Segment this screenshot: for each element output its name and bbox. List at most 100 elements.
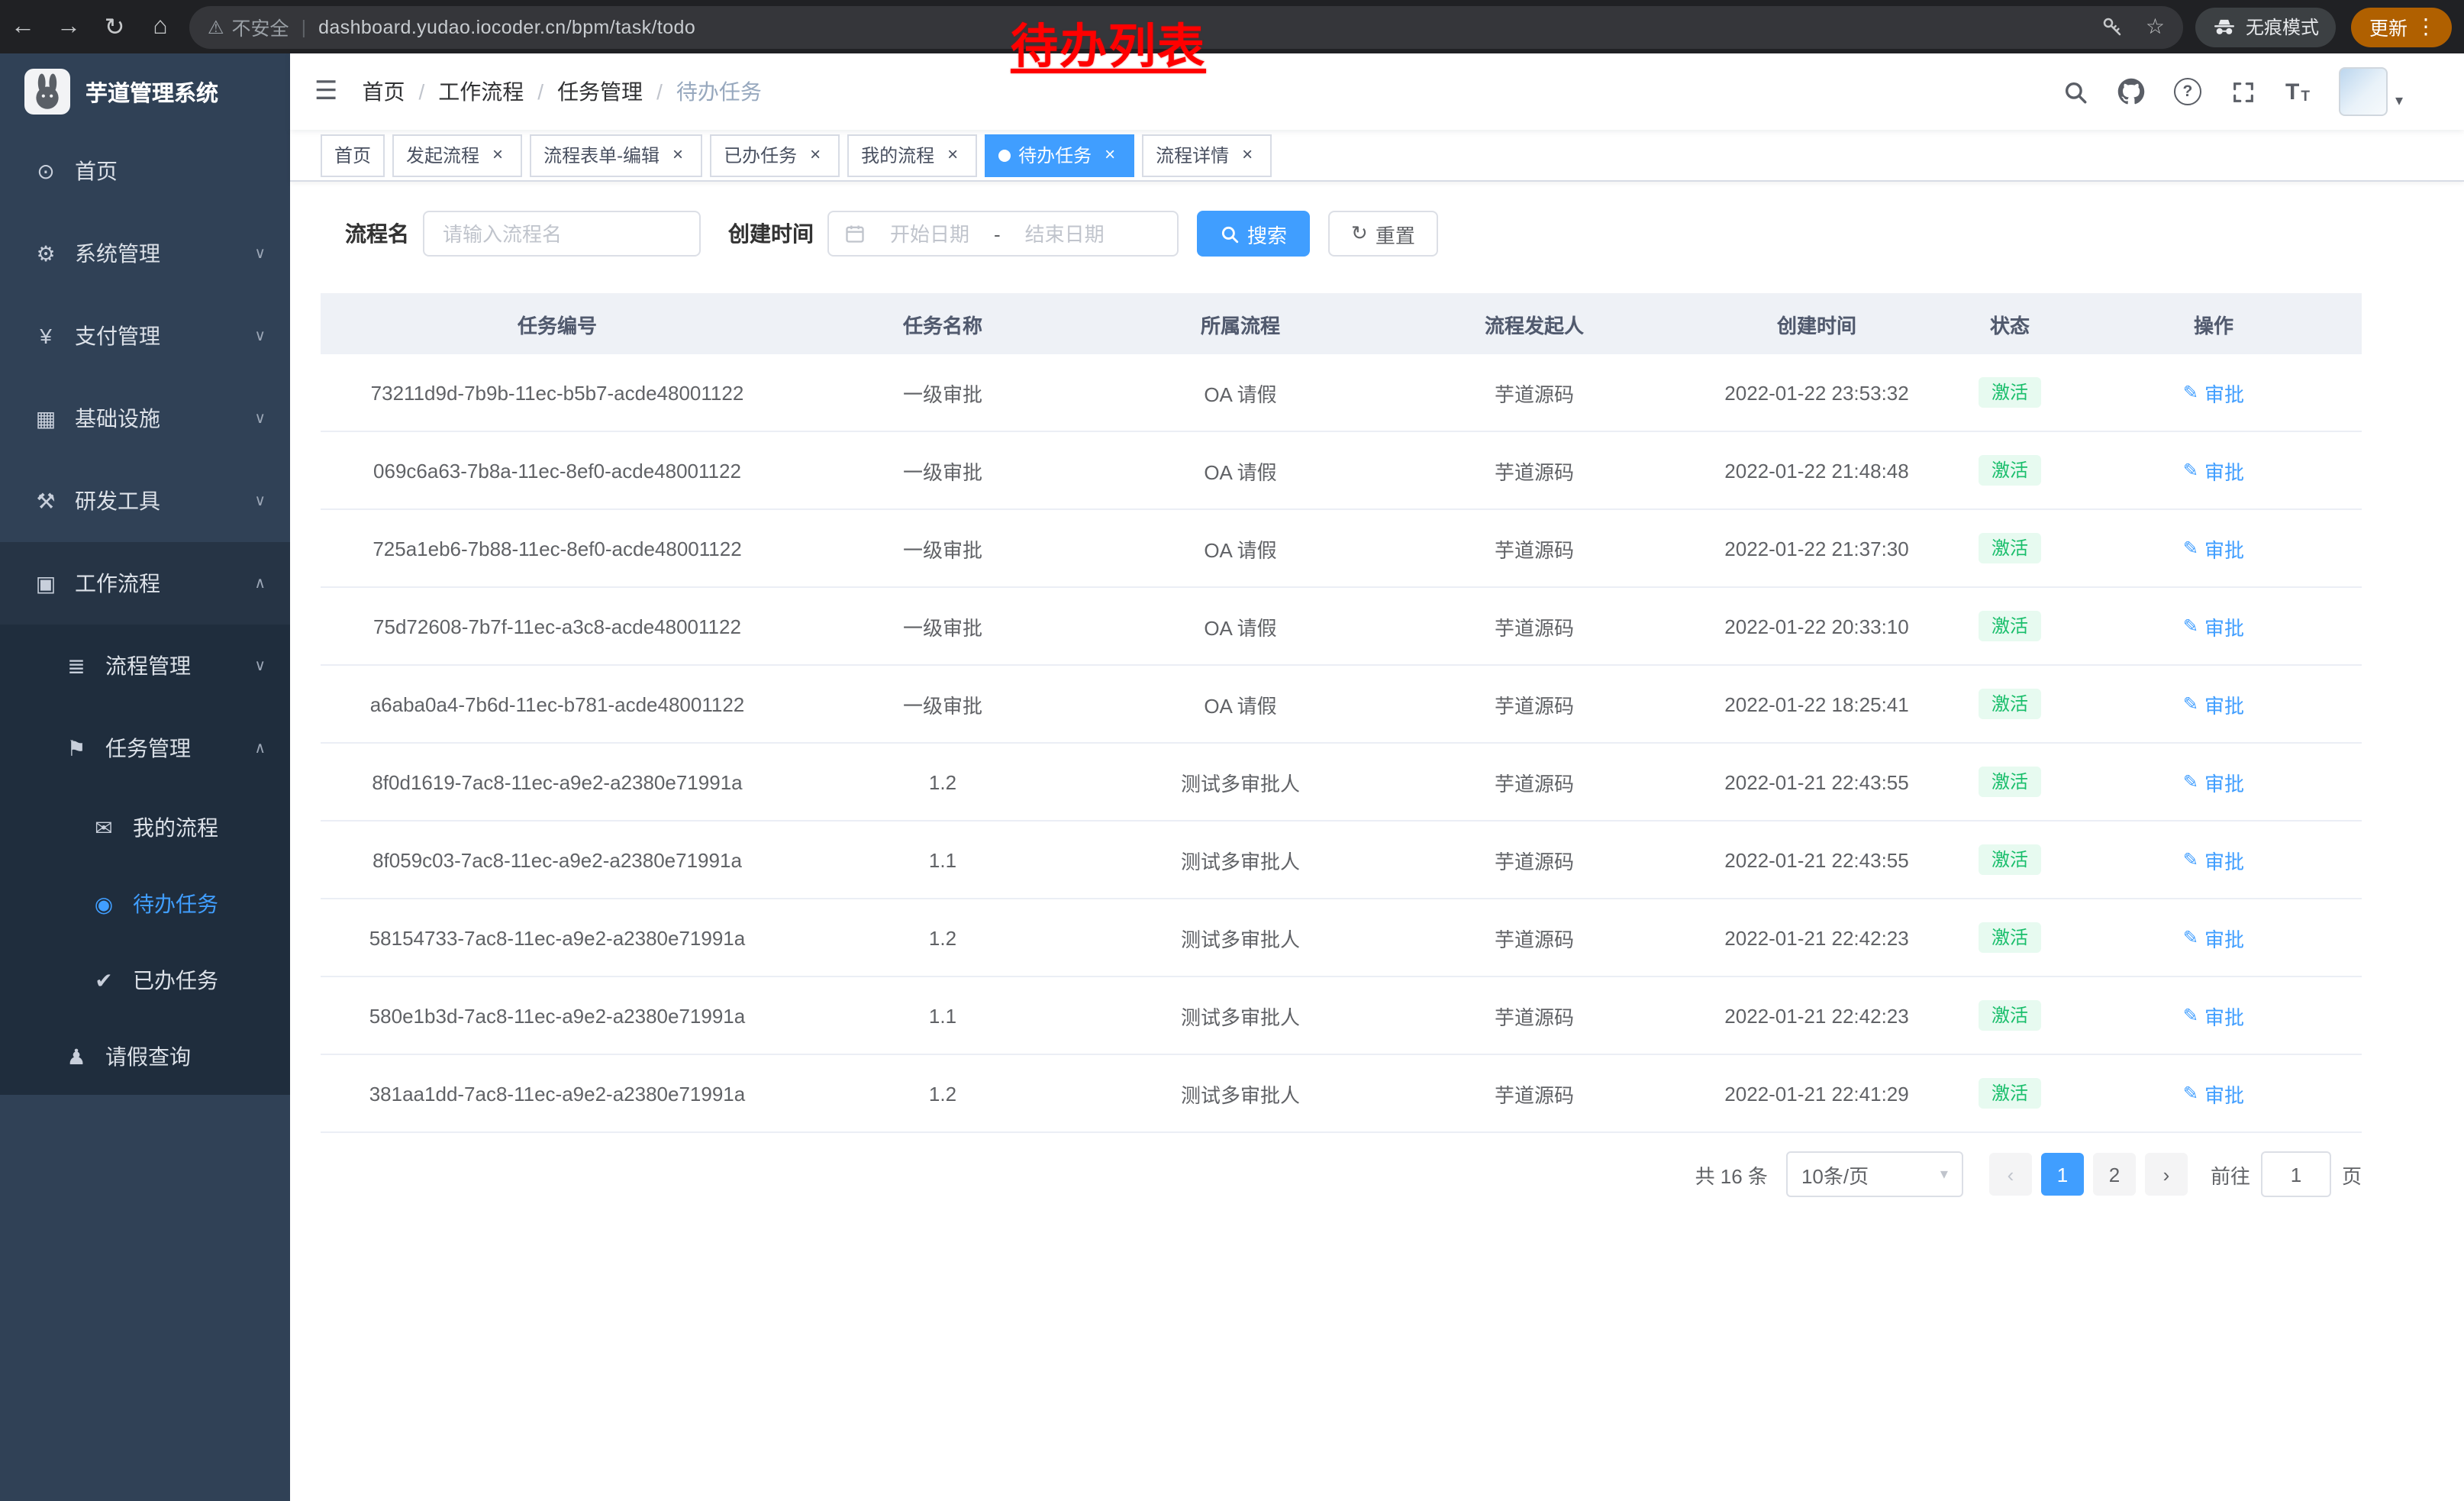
sidebar-item-process-management[interactable]: ≣ 流程管理 ∨ xyxy=(0,625,290,707)
table-row: 8f0d1619-7ac8-11ec-a9e2-a2380e71991a 1.2… xyxy=(321,743,2362,821)
close-icon[interactable]: × xyxy=(805,144,826,166)
sidebar-item-system[interactable]: ⚙ 系统管理 ∨ xyxy=(0,212,290,295)
sidebar-item-payment[interactable]: ¥ 支付管理 ∨ xyxy=(0,295,290,377)
close-icon[interactable]: × xyxy=(667,144,689,166)
font-size-icon[interactable]: TT xyxy=(2285,79,2310,105)
end-date-input[interactable] xyxy=(1007,221,1123,247)
pagination: 共 16 条 10条/页 ▾ ‹ 1 2 › 前往 页 xyxy=(321,1151,2362,1197)
cell-actions: ✎ 审批 xyxy=(2066,509,2362,587)
tab-my-process[interactable]: 我的流程 × xyxy=(847,134,977,176)
sidebar-item-home[interactable]: ⊙ 首页 xyxy=(0,130,290,212)
breadcrumb-workflow[interactable]: 工作流程 xyxy=(438,76,524,107)
bookmark-star-icon[interactable]: ☆ xyxy=(2146,14,2165,40)
goto-page-input[interactable] xyxy=(2261,1151,2331,1197)
approve-button[interactable]: ✎ 审批 xyxy=(2183,378,2244,407)
sidebar-item-leave-query[interactable]: ♟ 请假查询 xyxy=(0,1018,290,1095)
approve-button[interactable]: ✎ 审批 xyxy=(2183,923,2244,952)
breadcrumb-home[interactable]: 首页 xyxy=(363,76,405,107)
process-name-input[interactable] xyxy=(423,211,701,257)
cell-task-id: 069c6a63-7b8a-11ec-8ef0-acde48001122 xyxy=(321,431,794,509)
tab-home[interactable]: 首页 xyxy=(321,134,385,176)
sidebar-item-my-process[interactable]: ✉ 我的流程 xyxy=(0,789,290,866)
date-range-picker[interactable]: - xyxy=(827,211,1179,257)
tab-todo-tasks[interactable]: 待办任务 × xyxy=(985,134,1134,176)
cell-initiator: 芋道源码 xyxy=(1389,821,1679,899)
sidebar-item-devtools[interactable]: ⚒ 研发工具 ∨ xyxy=(0,460,290,542)
tab-done-tasks[interactable]: 已办任务 × xyxy=(710,134,840,176)
breadcrumb-separator: / xyxy=(656,79,663,104)
range-separator: - xyxy=(994,222,1001,245)
incognito-label: 无痕模式 xyxy=(2246,14,2319,40)
approve-button[interactable]: ✎ 审批 xyxy=(2183,456,2244,485)
forward-icon[interactable]: → xyxy=(46,13,92,40)
process-list-icon: ≣ xyxy=(61,653,92,679)
main-area: ☰ 首页 / 工作流程 / 任务管理 / 待办任务 ? xyxy=(290,53,2464,1501)
cell-created: 2022-01-21 22:43:55 xyxy=(1679,743,1954,821)
approve-button[interactable]: ✎ 审批 xyxy=(2183,612,2244,641)
cell-process: OA 请假 xyxy=(1092,509,1389,587)
start-date-input[interactable] xyxy=(872,221,988,247)
page-size-select[interactable]: 10条/页 ▾ xyxy=(1786,1151,1963,1197)
cell-initiator: 芋道源码 xyxy=(1389,1054,1679,1132)
next-page-button[interactable]: › xyxy=(2145,1153,2188,1196)
search-icon[interactable] xyxy=(2062,79,2088,105)
cell-task-id: 725a1eb6-7b88-11ec-8ef0-acde48001122 xyxy=(321,509,794,587)
edit-icon: ✎ xyxy=(2183,1005,2198,1026)
approve-button[interactable]: ✎ 审批 xyxy=(2183,689,2244,718)
prev-page-button[interactable]: ‹ xyxy=(1989,1153,2032,1196)
approve-button[interactable]: ✎ 审批 xyxy=(2183,1001,2244,1030)
page-button-2[interactable]: 2 xyxy=(2093,1153,2136,1196)
cell-process: OA 请假 xyxy=(1092,665,1389,743)
close-icon[interactable]: × xyxy=(942,144,963,166)
sidebar-item-label: 流程管理 xyxy=(105,650,191,681)
sidebar-collapse-icon[interactable]: ☰ xyxy=(314,76,338,107)
sidebar-item-infrastructure[interactable]: ▦ 基础设施 ∨ xyxy=(0,377,290,460)
back-icon[interactable]: ← xyxy=(0,13,46,40)
breadcrumb-task-management[interactable]: 任务管理 xyxy=(557,76,643,107)
close-icon[interactable]: × xyxy=(1237,144,1258,166)
col-task-id: 任务编号 xyxy=(321,293,794,354)
sidebar-item-done-tasks[interactable]: ✔ 已办任务 xyxy=(0,942,290,1018)
close-icon[interactable]: × xyxy=(487,144,508,166)
chevron-down-icon: ∨ xyxy=(254,328,266,344)
home-icon[interactable]: ⌂ xyxy=(137,13,183,40)
approve-button[interactable]: ✎ 审批 xyxy=(2183,534,2244,563)
chevron-up-icon: ∧ xyxy=(254,575,266,592)
table-row: 8f059c03-7ac8-11ec-a9e2-a2380e71991a 1.1… xyxy=(321,821,2362,899)
page-button-1[interactable]: 1 xyxy=(2041,1153,2084,1196)
reset-button[interactable]: ↻ 重置 xyxy=(1328,211,1438,257)
close-icon[interactable]: × xyxy=(1099,144,1121,166)
cell-task-id: 58154733-7ac8-11ec-a9e2-a2380e71991a xyxy=(321,899,794,976)
update-button[interactable]: 更新 ⋮ xyxy=(2351,7,2452,47)
cell-process: 测试多审批人 xyxy=(1092,899,1389,976)
github-icon[interactable] xyxy=(2117,78,2145,105)
cell-initiator: 芋道源码 xyxy=(1389,976,1679,1054)
approve-label: 审批 xyxy=(2204,534,2244,563)
cell-task-name: 1.1 xyxy=(794,821,1092,899)
tab-start-process[interactable]: 发起流程 × xyxy=(392,134,522,176)
chevron-up-icon: ∧ xyxy=(254,740,266,757)
payment-icon: ¥ xyxy=(31,324,61,348)
help-icon[interactable]: ? xyxy=(2174,78,2201,105)
approve-button[interactable]: ✎ 审批 xyxy=(2183,845,2244,874)
tab-process-detail[interactable]: 流程详情 × xyxy=(1142,134,1272,176)
tab-form-edit[interactable]: 流程表单-编辑 × xyxy=(530,134,702,176)
sidebar-item-task-management[interactable]: ⚑ 任务管理 ∧ xyxy=(0,707,290,789)
approve-button[interactable]: ✎ 审批 xyxy=(2183,767,2244,796)
browser-menu-icon[interactable]: ⋮ xyxy=(2408,14,2444,40)
sidebar-item-label: 已办任务 xyxy=(133,965,218,996)
url-text: dashboard.yudao.iocoder.cn/bpm/task/todo xyxy=(318,16,695,37)
user-menu[interactable]: ▾ xyxy=(2339,67,2403,116)
cell-task-name: 一级审批 xyxy=(794,587,1092,665)
approve-button[interactable]: ✎ 审批 xyxy=(2183,1079,2244,1108)
key-icon[interactable] xyxy=(2101,15,2124,38)
app-logo-row[interactable]: 芋道管理系统 xyxy=(0,53,290,130)
chevron-down-icon: ∨ xyxy=(254,410,266,427)
reload-icon[interactable]: ↻ xyxy=(92,11,137,42)
cell-task-id: 8f0d1619-7ac8-11ec-a9e2-a2380e71991a xyxy=(321,743,794,821)
fullscreen-icon[interactable] xyxy=(2230,79,2256,105)
sidebar-item-todo-tasks[interactable]: ◉ 待办任务 xyxy=(0,866,290,942)
sidebar-item-workflow[interactable]: ▣ 工作流程 ∧ xyxy=(0,542,290,625)
browser-toolbar: ← → ↻ ⌂ ⚠ 不安全 | dashboard.yudao.iocoder.… xyxy=(0,0,2464,53)
search-button[interactable]: 搜索 xyxy=(1197,211,1310,257)
